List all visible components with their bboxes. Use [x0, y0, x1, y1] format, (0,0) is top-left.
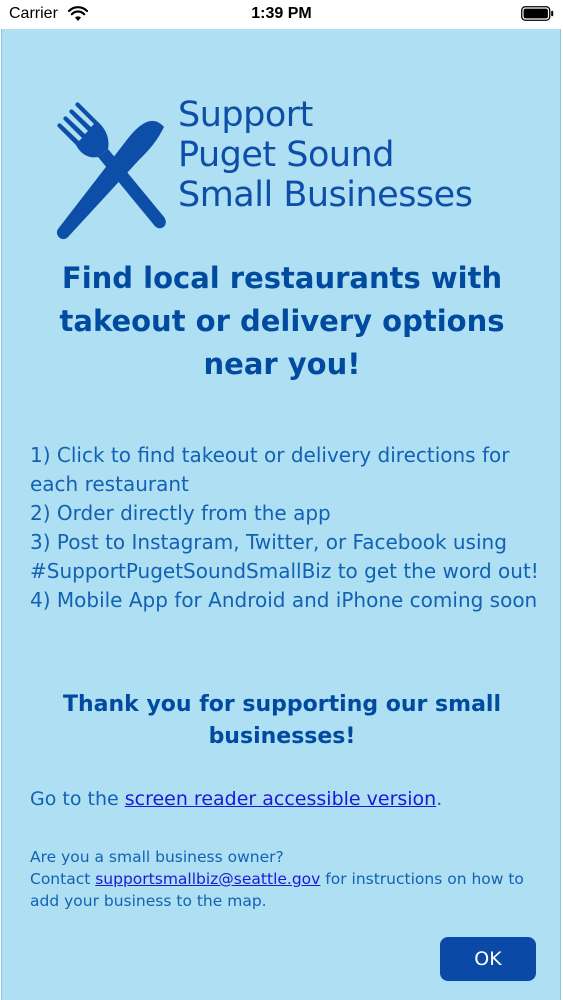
step-item: 3) Post to Instagram, Twitter, or Facebo… — [30, 530, 539, 583]
logo-line-3: Small Businesses — [178, 175, 473, 215]
headline-line-1: Find local restaurants with — [61, 261, 503, 295]
welcome-dialog: Support Puget Sound Small Businesses Fin… — [1, 29, 561, 1000]
step-item: 2) Order directly from the app — [30, 501, 331, 525]
clock-time: 1:39 PM — [251, 5, 312, 22]
owner-prefix: Contact — [30, 870, 96, 888]
step-item: 4) Mobile App for Android and iPhone com… — [30, 588, 538, 612]
ok-button[interactable]: OK — [440, 937, 536, 981]
step-item: 1) Click to find takeout or delivery dir… — [30, 443, 510, 496]
accessible-version-note: Go to the screen reader accessible versi… — [30, 785, 540, 813]
reader-suffix: . — [436, 788, 443, 810]
headline-line-3: near you! — [203, 347, 361, 381]
logo-line-2: Puget Sound — [178, 135, 394, 175]
headline-line-2: takeout or delivery options — [59, 304, 505, 338]
steps-list: 1) Click to find takeout or delivery dir… — [30, 441, 540, 615]
owner-question: Are you a small business owner? — [30, 848, 284, 866]
owner-contact: Contact supportsmallbiz@seattle.gov for … — [30, 868, 550, 912]
email-link[interactable]: supportsmallbiz@seattle.gov — [95, 870, 320, 888]
business-owner-note: Are you a small business owner? Contact … — [30, 846, 550, 912]
thank-you-message: Thank you for supporting our small busin… — [62, 692, 501, 749]
logo-wordmark: Support Puget Sound Small Businesses — [178, 95, 473, 215]
headline: Find local restaurants with takeout or d… — [2, 257, 562, 386]
fork-knife-icon — [56, 102, 166, 240]
status-bar: Carrier 1:39 PM — [0, 0, 563, 29]
reader-prefix: Go to the — [30, 788, 125, 810]
logo-line-1: Support — [178, 95, 313, 135]
battery-icon — [521, 6, 554, 21]
screen-reader-link[interactable]: screen reader accessible version — [125, 788, 437, 810]
